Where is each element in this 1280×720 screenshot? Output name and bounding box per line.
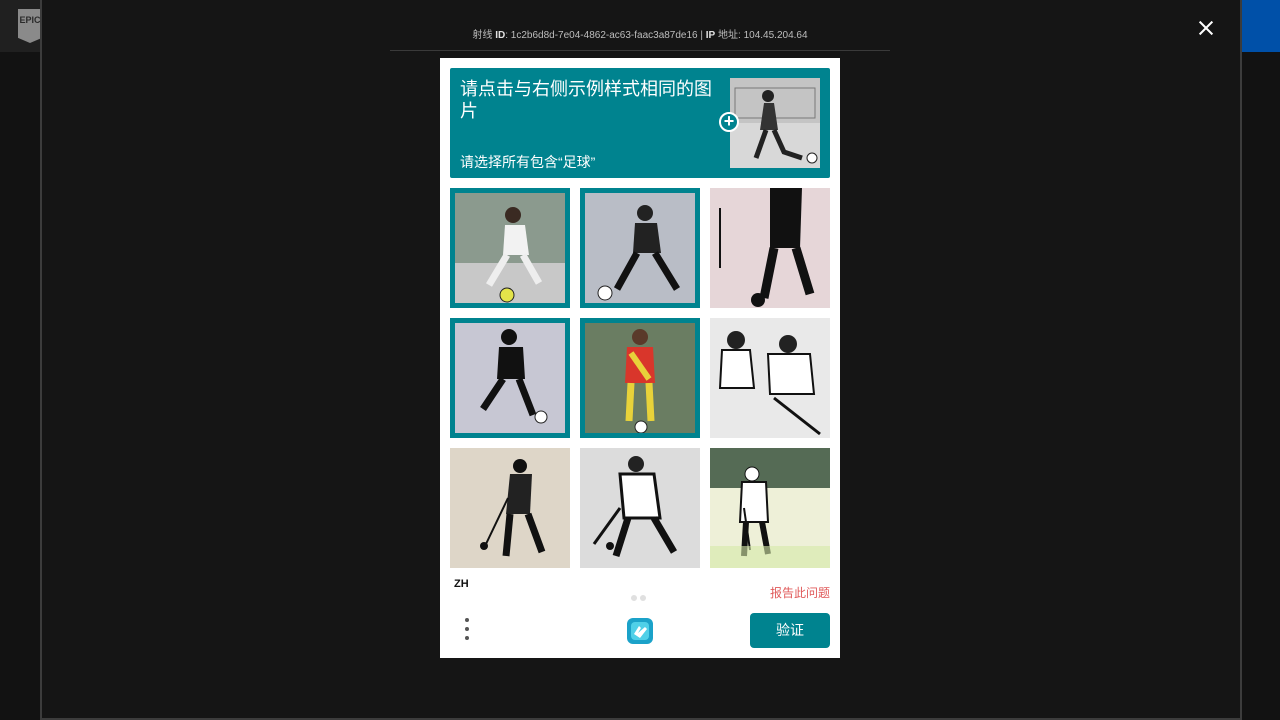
ray-id-line: 射线 ID: 1c2b6d8d-7e04-4862-ac63-faac3a87d… (472, 30, 808, 41)
close-icon[interactable] (1196, 18, 1216, 38)
page-dot (640, 595, 646, 601)
account-button[interactable] (1238, 0, 1280, 52)
ip-label: 地址 (718, 30, 739, 41)
ray-label: 射线 (472, 30, 493, 41)
report-link[interactable]: 报告此问题 (770, 584, 830, 601)
grid-tile-4[interactable] (450, 318, 570, 438)
page-dot (631, 595, 637, 601)
image-grid (450, 188, 830, 568)
language-selector[interactable]: ZH (454, 578, 469, 590)
example-image[interactable] (730, 78, 820, 168)
hcaptcha-logo-icon (623, 614, 657, 648)
challenge-prompt: 请点击与右侧示例样式相同的图片 请选择所有包含“足球” + (450, 68, 830, 178)
ray-id-key: ID (495, 30, 506, 41)
ip-key: IP (705, 30, 716, 41)
grid-tile-5[interactable] (580, 318, 700, 438)
verify-button[interactable]: 验证 (750, 613, 830, 648)
add-example-icon[interactable]: + (719, 112, 739, 132)
epic-games-logo[interactable]: EPIC (18, 9, 42, 43)
grid-tile-7[interactable] (450, 448, 570, 568)
ray-id-value: 1c2b6d8d-7e04-4862-ac63-faac3a87de16 (510, 30, 698, 41)
grid-tile-9[interactable] (710, 448, 830, 568)
ip-value: 104.45.204.64 (743, 30, 808, 41)
grid-tile-3[interactable] (710, 188, 830, 308)
page-dots (631, 588, 649, 606)
prompt-title: 请点击与右侧示例样式相同的图片 (460, 79, 712, 121)
hcaptcha-challenge: 请点击与右侧示例样式相同的图片 请选择所有包含“足球” + ZH 报告此问题 验… (440, 58, 840, 658)
grid-tile-1[interactable] (450, 188, 570, 308)
more-menu-icon[interactable] (462, 618, 472, 644)
grid-tile-6[interactable] (710, 318, 830, 438)
grid-tile-8[interactable] (580, 448, 700, 568)
grid-tile-2[interactable] (580, 188, 700, 308)
prompt-subtitle: 请选择所有包含“足球” (460, 154, 596, 170)
divider (390, 50, 890, 51)
